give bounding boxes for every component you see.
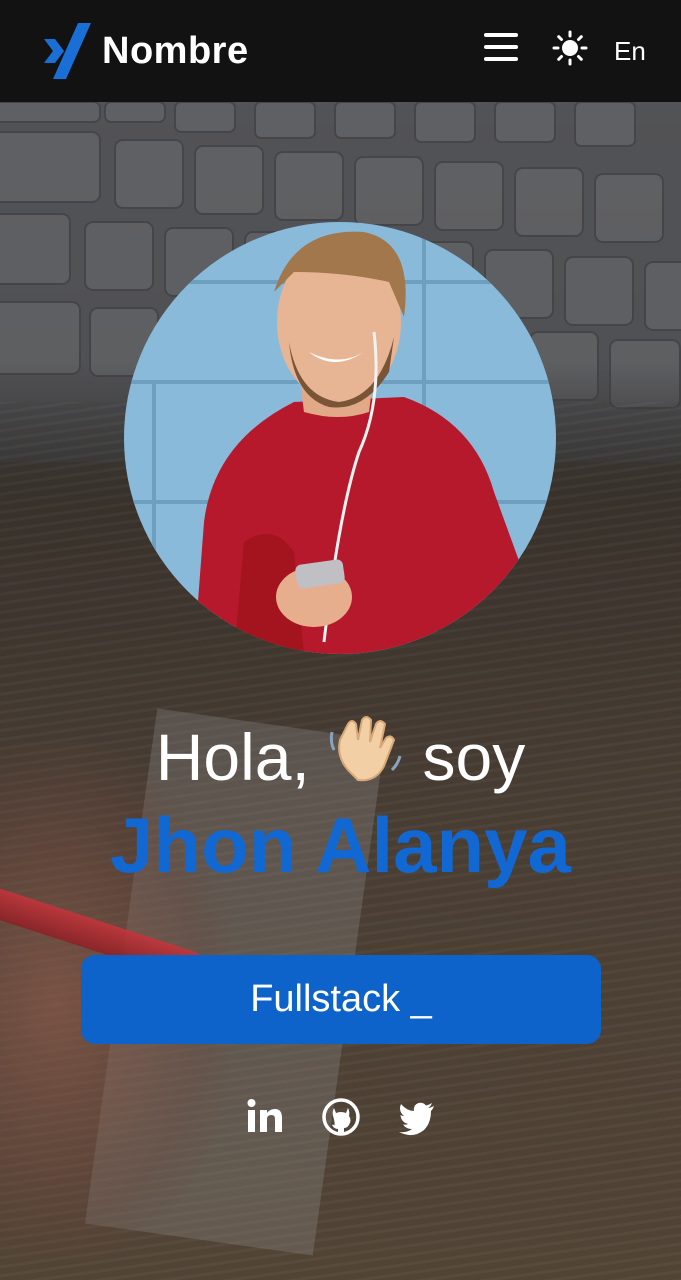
twitter-icon xyxy=(399,1102,434,1136)
github-link[interactable] xyxy=(322,1098,360,1136)
greeting-soy: soy xyxy=(422,720,526,794)
language-button[interactable]: En xyxy=(614,36,646,67)
waving-hand-icon xyxy=(330,716,402,782)
theme-toggle-button[interactable] xyxy=(552,30,588,66)
greeting-line: Hola, soy xyxy=(0,710,681,802)
portfolio-page: Nombre En Hola, soy Jhon Alanya Fullstac… xyxy=(0,0,681,1280)
twitter-link[interactable] xyxy=(398,1098,436,1136)
role-button[interactable]: Fullstack _ xyxy=(81,955,601,1044)
menu-button[interactable] xyxy=(484,33,518,61)
github-icon xyxy=(322,1098,360,1136)
x-logo-icon xyxy=(44,23,91,79)
person-name: Jhon Alanya xyxy=(110,801,571,889)
profile-photo xyxy=(124,222,556,654)
brand[interactable]: Nombre xyxy=(44,22,249,80)
linkedin-icon xyxy=(247,1099,282,1132)
brand-name: Nombre xyxy=(102,29,249,72)
greeting-hello: Hola, xyxy=(155,720,310,794)
social-links xyxy=(0,1098,681,1138)
sun-icon xyxy=(552,30,588,66)
top-navbar: Nombre En xyxy=(0,0,681,102)
profile-avatar xyxy=(124,222,556,654)
linkedin-link[interactable] xyxy=(246,1098,284,1136)
